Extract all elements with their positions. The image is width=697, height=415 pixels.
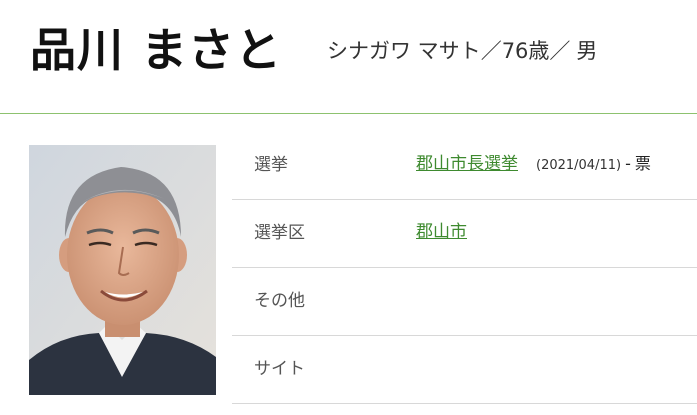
candidate-age: 76歳 [501,39,550,63]
election-link[interactable]: 郡山市長選挙 [416,154,518,174]
row-site: サイト [232,336,697,404]
site-label: サイト [254,359,305,379]
election-label: 選挙 [254,155,288,175]
row-district: 選挙区 郡山市 [232,200,697,268]
election-date: (2021/04/11) [536,158,622,173]
portrait-image [29,145,216,395]
district-link[interactable]: 郡山市 [416,222,467,242]
candidate-name: 品川 まさと [30,23,283,77]
candidate-info-table: 選挙 郡山市長選挙 (2021/04/11) - 票 選挙区 郡山市 その他 サイト [232,132,697,404]
district-label: 選挙区 [254,223,305,243]
votes-dash: - [625,154,631,173]
candidate-gender: 男 [576,39,598,63]
profile-header: 品川 まさと シナガワ マサト／76歳／男 [0,0,697,114]
other-label: その他 [254,291,305,311]
district-value: 郡山市 [416,220,467,244]
row-other: その他 [232,268,697,336]
election-value: 郡山市長選挙 (2021/04/11) - 票 [416,152,651,178]
meta-separator: ／ [549,39,571,63]
meta-separator: ／ [480,39,502,63]
candidate-meta: シナガワ マサト／76歳／男 [327,36,597,66]
candidate-photo [29,145,216,395]
row-election: 選挙 郡山市長選挙 (2021/04/11) - 票 [232,132,697,200]
candidate-kana: シナガワ マサト [327,39,481,63]
votes-label: 票 [634,154,651,173]
